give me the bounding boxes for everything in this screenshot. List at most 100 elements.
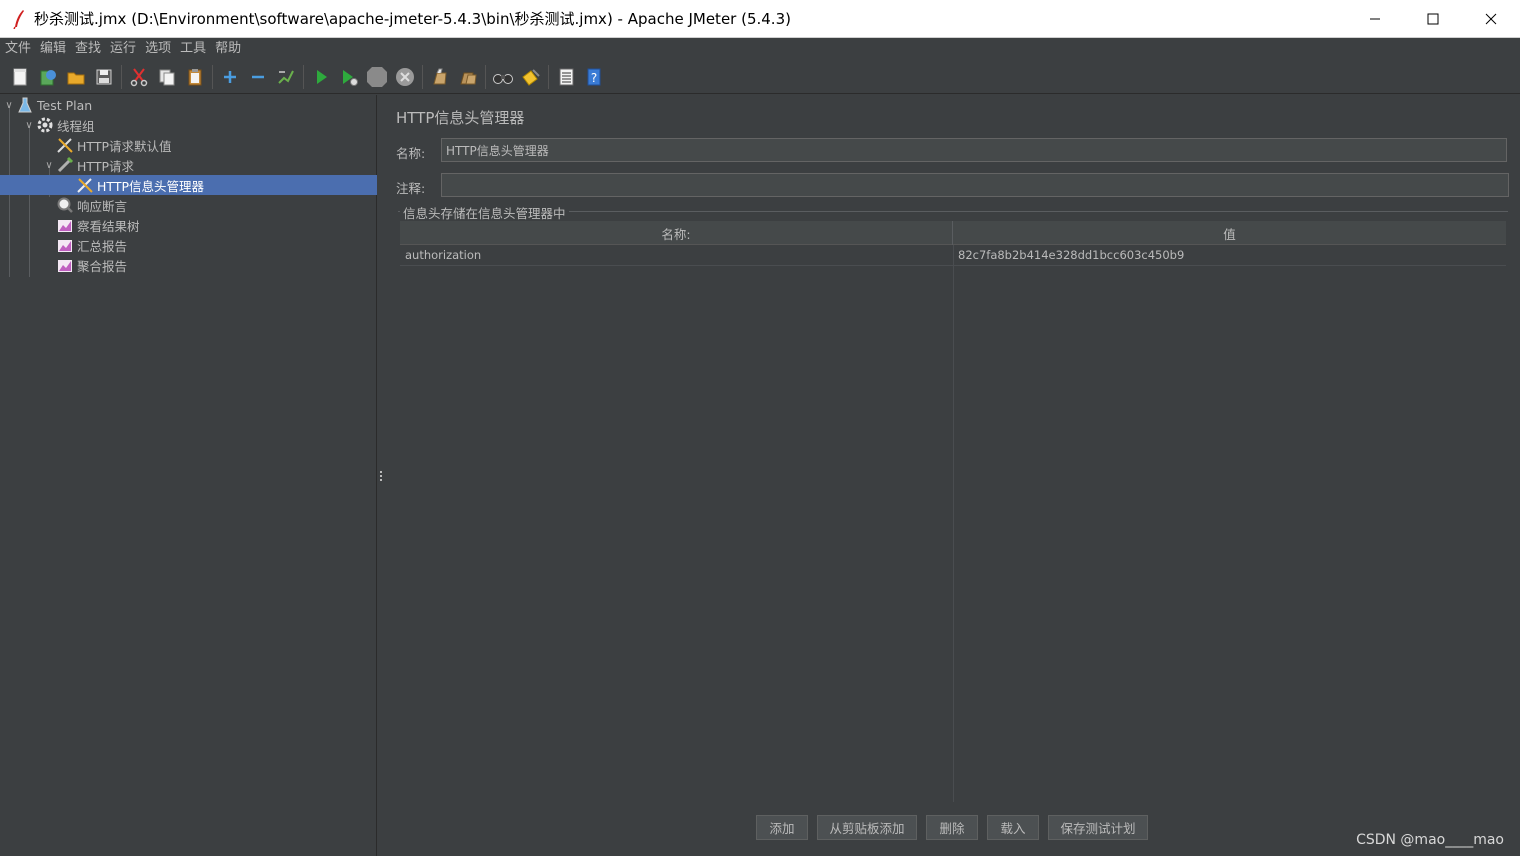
chevron-down-icon[interactable]: ∨ bbox=[2, 95, 16, 115]
add-button[interactable]: 添加 bbox=[756, 815, 808, 840]
toolbar-separator bbox=[121, 64, 122, 89]
window-titlebar: 秒杀测试.jmx (D:\Environment\software\apache… bbox=[0, 0, 1520, 38]
jmeter-feather-icon bbox=[6, 0, 32, 38]
add-from-clipboard-button[interactable]: 从剪贴板添加 bbox=[817, 815, 917, 840]
tree-item-label: 汇总报告 bbox=[77, 238, 128, 254]
paste-icon bbox=[188, 68, 202, 85]
toolbar-separator bbox=[422, 64, 423, 89]
menu-search[interactable]: 查找 bbox=[75, 38, 101, 60]
drag-handle-icon bbox=[380, 470, 382, 481]
cut-button[interactable] bbox=[125, 63, 153, 91]
templates-icon bbox=[40, 69, 56, 85]
config-element-icon bbox=[56, 136, 74, 154]
action-button-bar: 添加 从剪贴板添加 删除 载入 保存测试计划 bbox=[385, 815, 1520, 841]
menu-run[interactable]: 运行 bbox=[110, 38, 136, 60]
close-button[interactable] bbox=[1462, 0, 1520, 38]
start-no-pauses-button[interactable] bbox=[335, 63, 363, 91]
expand-icon bbox=[224, 70, 236, 83]
listener-icon bbox=[56, 256, 74, 274]
toggle-icon bbox=[278, 70, 294, 84]
tree-item-label: HTTP请求默认值 bbox=[77, 138, 172, 154]
name-label: 名称: bbox=[396, 146, 426, 161]
name-field[interactable] bbox=[441, 138, 1507, 162]
table-cell-name[interactable]: authorization bbox=[400, 245, 953, 265]
test-plan-icon bbox=[16, 96, 34, 114]
clear-button[interactable] bbox=[426, 63, 454, 91]
tree-item-label: HTTP请求 bbox=[77, 158, 134, 174]
clear-icon bbox=[433, 68, 447, 84]
start-button[interactable] bbox=[307, 63, 335, 91]
menu-tools[interactable]: 工具 bbox=[180, 38, 206, 60]
open-button[interactable] bbox=[62, 63, 90, 91]
group-title: 信息头存储在信息头管理器中 bbox=[400, 203, 569, 222]
tree-item-label: 聚合报告 bbox=[77, 258, 128, 274]
copy-button[interactable] bbox=[153, 63, 181, 91]
tree-item-thread-group[interactable]: ∨ 线程组 bbox=[0, 115, 377, 135]
watermark: CSDN @mao____mao bbox=[1356, 832, 1504, 848]
toolbar-separator bbox=[485, 64, 486, 89]
test-plan-tree: ∨ Test Plan ∨ 线程组 HTTP请求默认值 ∨ HTTP请求 HTT… bbox=[0, 95, 377, 856]
clear-all-button[interactable] bbox=[454, 63, 482, 91]
tree-item-label: HTTP信息头管理器 bbox=[97, 178, 204, 194]
save-button[interactable] bbox=[90, 63, 118, 91]
menu-file[interactable]: 文件 bbox=[5, 38, 31, 60]
tree-item-header-manager[interactable]: HTTP信息头管理器 bbox=[0, 175, 377, 195]
start-icon bbox=[317, 69, 327, 84]
shutdown-icon bbox=[396, 67, 414, 86]
delete-button[interactable]: 删除 bbox=[926, 815, 978, 840]
menu-edit[interactable]: 编辑 bbox=[40, 38, 66, 60]
comment-field[interactable] bbox=[441, 173, 1509, 197]
chevron-down-icon[interactable]: ∨ bbox=[22, 115, 36, 135]
minimize-icon bbox=[1370, 18, 1380, 20]
chevron-down-icon[interactable]: ∨ bbox=[42, 155, 56, 175]
collapse-all-button[interactable] bbox=[244, 63, 272, 91]
menu-options[interactable]: 选项 bbox=[145, 38, 171, 60]
page-title: HTTP信息头管理器 bbox=[396, 109, 525, 127]
help-button[interactable]: ? bbox=[580, 63, 608, 91]
start-no-pause-icon bbox=[343, 69, 358, 86]
tree-item-summary-report[interactable]: 汇总报告 bbox=[0, 235, 377, 255]
maximize-button[interactable] bbox=[1404, 0, 1462, 38]
listener-icon bbox=[56, 216, 74, 234]
minimize-button[interactable] bbox=[1346, 0, 1404, 38]
toggle-button[interactable] bbox=[272, 63, 300, 91]
sampler-icon bbox=[56, 156, 74, 174]
paste-button[interactable] bbox=[181, 63, 209, 91]
toolbar-separator bbox=[548, 64, 549, 89]
clear-all-icon bbox=[460, 72, 477, 84]
tree-item-aggregate-report[interactable]: 聚合报告 bbox=[0, 255, 377, 275]
column-header-name[interactable]: 名称: bbox=[400, 221, 953, 245]
search-button[interactable] bbox=[489, 63, 517, 91]
tree-item-response-assertion[interactable]: 响应断言 bbox=[0, 195, 377, 215]
shutdown-button[interactable] bbox=[391, 63, 419, 91]
new-icon bbox=[13, 68, 27, 85]
tree-item-http-request[interactable]: ∨ HTTP请求 bbox=[0, 155, 377, 175]
function-helper-button[interactable] bbox=[552, 63, 580, 91]
reset-search-button[interactable] bbox=[517, 63, 545, 91]
stop-icon bbox=[367, 66, 387, 87]
templates-button[interactable] bbox=[34, 63, 62, 91]
listener-icon bbox=[56, 236, 74, 254]
column-header-value[interactable]: 值 bbox=[953, 221, 1506, 245]
copy-icon bbox=[159, 69, 175, 85]
tree-item-http-defaults[interactable]: HTTP请求默认值 bbox=[0, 135, 377, 155]
save-icon bbox=[96, 69, 112, 84]
cut-icon bbox=[130, 67, 148, 86]
help-icon: ? bbox=[587, 68, 601, 85]
save-test-plan-button[interactable]: 保存测试计划 bbox=[1048, 815, 1148, 840]
reset-search-icon bbox=[522, 68, 540, 86]
split-pane-divider[interactable] bbox=[377, 95, 385, 856]
search-icon bbox=[493, 73, 513, 84]
toolbar-separator bbox=[303, 64, 304, 89]
new-button[interactable] bbox=[6, 63, 34, 91]
tree-item-label: 响应断言 bbox=[77, 198, 128, 214]
stop-button[interactable] bbox=[363, 63, 391, 91]
expand-all-button[interactable] bbox=[216, 63, 244, 91]
load-button[interactable]: 载入 bbox=[987, 815, 1039, 840]
tree-item-view-results-tree[interactable]: 察看结果树 bbox=[0, 215, 377, 235]
comment-label: 注释: bbox=[396, 181, 426, 196]
toolbar: ? bbox=[0, 60, 1520, 94]
tree-item-test-plan[interactable]: ∨ Test Plan bbox=[0, 95, 377, 115]
table-cell-value[interactable]: 82c7fa8b2b414e328dd1bcc603c450b9 bbox=[953, 245, 1506, 265]
menu-help[interactable]: 帮助 bbox=[215, 38, 241, 60]
